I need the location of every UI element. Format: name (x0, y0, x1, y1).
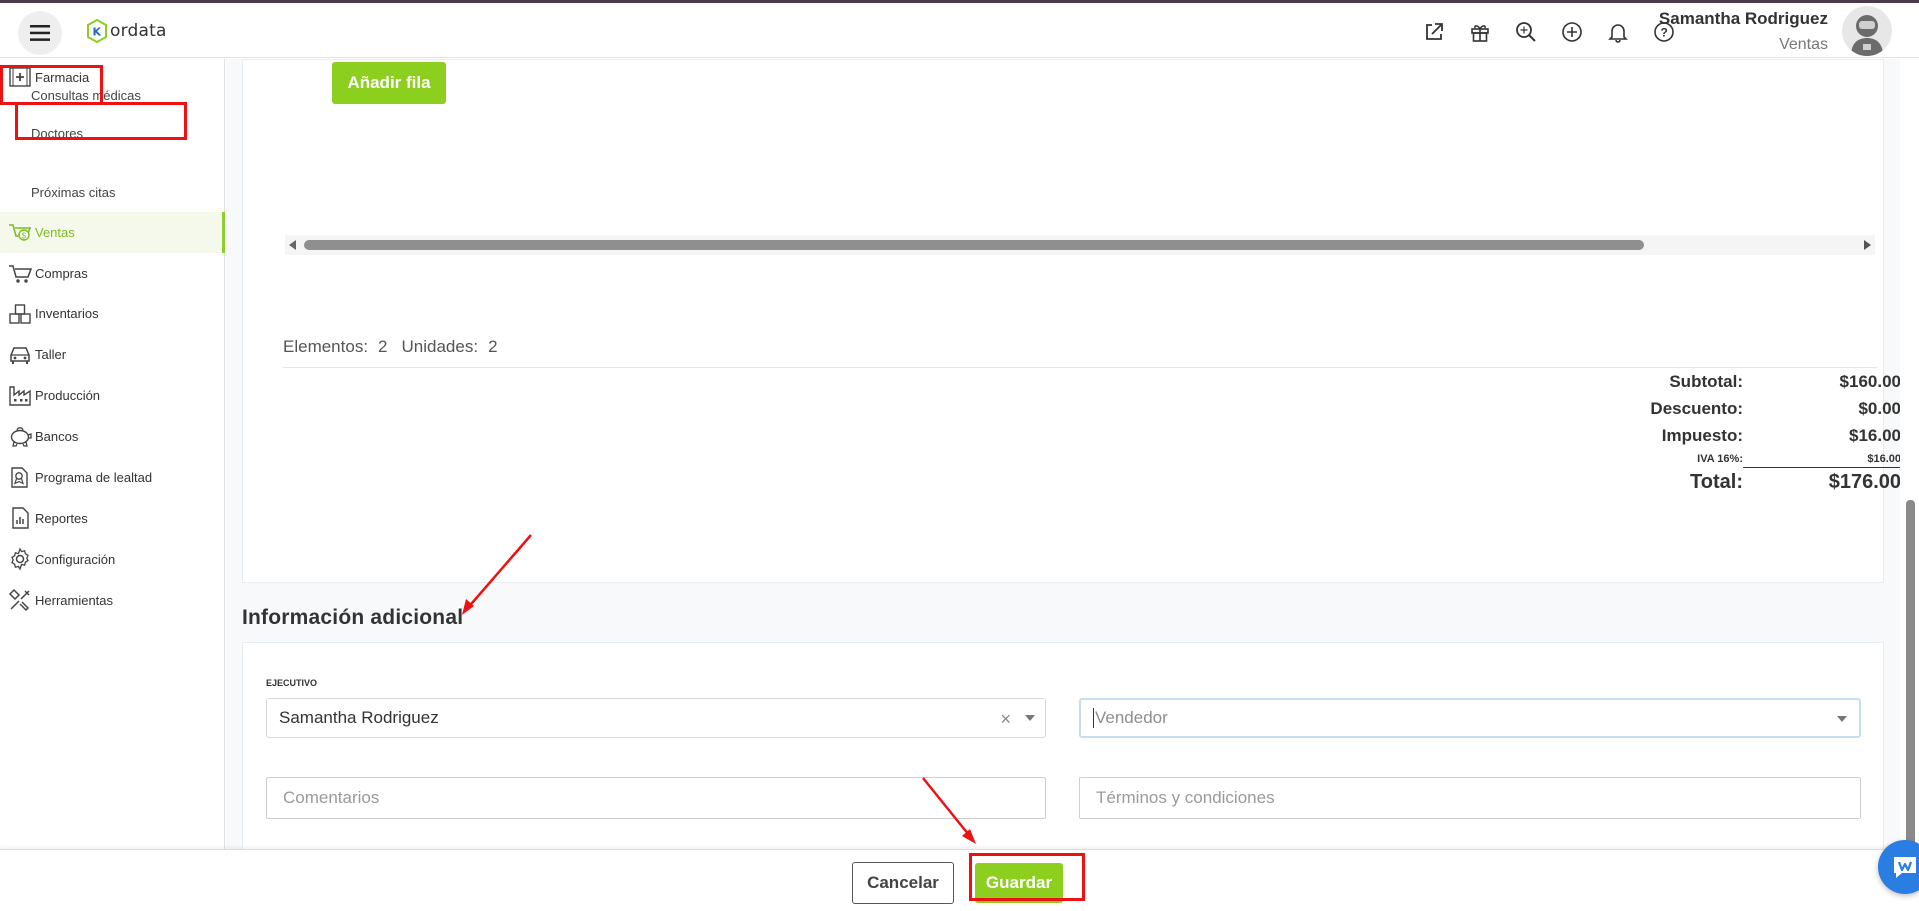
main-content: Añadir fila Elementos: 2 Unidades: 2 Subtot… (226, 59, 1900, 849)
annotation-box-guardar (969, 853, 1085, 901)
chat-icon (1894, 857, 1916, 878)
sidebar-item-label: Producción (35, 387, 101, 403)
sidebar-item-lealtad[interactable]: Programa de lealtad (0, 457, 225, 497)
car-icon (8, 342, 32, 366)
sidebar-item-label: Configuración (35, 551, 116, 567)
loyalty-icon (8, 465, 32, 489)
plus-circle-icon[interactable] (1556, 19, 1588, 45)
annotation-box-consultas (15, 102, 187, 140)
subtotal-value: $160.00 (1839, 372, 1900, 391)
sidebar-item-bancos[interactable]: Bancos (0, 416, 225, 456)
gift-icon[interactable] (1464, 19, 1496, 45)
report-icon (8, 506, 32, 530)
header-icons: ? (1418, 19, 1694, 45)
external-link-icon[interactable] (1418, 19, 1450, 45)
factory-icon (8, 383, 32, 407)
sidebar-item-label: Bancos (35, 428, 79, 444)
svg-text:$: $ (22, 231, 27, 240)
executive-value: Samantha Rodriguez (279, 708, 439, 727)
discount-label: Descuento: (1650, 399, 1743, 418)
item-counts: Elementos: 2 Unidades: 2 (283, 337, 512, 357)
tax-value: $16.00 (1849, 426, 1900, 445)
logo-text: ordata (110, 21, 167, 41)
comments-placeholder: Comentarios (283, 788, 380, 807)
iva-label: IVA 16%: (1697, 453, 1743, 465)
sidebar-item-label: Ventas (35, 225, 75, 240)
menu-icon (30, 25, 50, 41)
terms-placeholder: Términos y condiciones (1096, 788, 1275, 807)
terms-field[interactable]: Términos y condiciones (1079, 777, 1861, 819)
scrollbar-thumb[interactable] (304, 240, 1644, 250)
bell-icon[interactable] (1602, 19, 1634, 45)
discount-value: $0.00 (1858, 399, 1900, 418)
vertical-scrollbar[interactable] (1906, 500, 1915, 846)
sidebar-item-label: Inventarios (35, 306, 99, 321)
total-label: Total: (1690, 471, 1743, 493)
search-icon[interactable] (1510, 19, 1542, 45)
sidebar: Farmacia Consultas médicas Doctores Próx… (0, 59, 225, 849)
units-label: Unidades: (401, 337, 479, 356)
logo-mark-icon: K (87, 19, 107, 43)
seller-placeholder: Vendedor (1093, 708, 1168, 728)
executive-label: EJECUTIVO (266, 678, 318, 688)
divider (283, 367, 1877, 368)
sidebar-item-proximas-citas[interactable]: Próximas citas (31, 185, 116, 200)
sidebar-item-herramientas[interactable]: Herramientas (0, 580, 225, 620)
total-value: $176.00 (1828, 471, 1900, 493)
sidebar-item-label: Programa de lealtad (35, 469, 153, 485)
seller-select[interactable]: Vendedor (1079, 698, 1861, 738)
sidebar-item-label: Reportes (35, 510, 88, 526)
sidebar-item-compras[interactable]: Compras (0, 254, 225, 293)
sidebar-item-label: Herramientas (35, 592, 114, 608)
piggy-bank-icon (8, 424, 32, 448)
add-row-button[interactable]: Añadir fila (332, 62, 446, 104)
user-role: Ventas (1779, 36, 1828, 53)
items-card: Añadir fila Elementos: 2 Unidades: 2 Subtot… (242, 59, 1900, 583)
comments-field[interactable]: Comentarios (266, 777, 1046, 819)
elements-value: 2 (378, 337, 388, 356)
sidebar-item-configuracion[interactable]: Configuración (0, 539, 225, 579)
avatar[interactable] (1842, 6, 1892, 56)
scroll-left-icon[interactable] (288, 240, 298, 250)
executive-select[interactable]: Samantha Rodriguez × (266, 698, 1046, 738)
chevron-down-icon[interactable] (1837, 716, 1847, 722)
sidebar-item-produccion[interactable]: Producción (0, 375, 225, 415)
sidebar-item-inventarios[interactable]: Inventarios (0, 294, 225, 333)
totals-panel: Subtotal: $160.00 Descuento: $0.00 Impuest… (1561, 372, 1900, 498)
sales-icon: $ (8, 221, 32, 245)
clear-icon[interactable]: × (1000, 709, 1011, 730)
user-name[interactable]: Samantha Rodriguez (1659, 9, 1828, 29)
top-header: K ordata ? Samantha Rodriguez Ventas (0, 3, 1919, 58)
elements-label: Elementos: (283, 337, 369, 356)
tools-icon (8, 588, 32, 612)
cancel-button[interactable]: Cancelar (852, 862, 954, 904)
additional-info-title: Información adicional (242, 606, 464, 629)
sidebar-item-label: Compras (35, 266, 88, 281)
sidebar-item-ventas[interactable]: $ Ventas (0, 212, 225, 253)
hamburger-menu-button[interactable] (18, 11, 62, 55)
chevron-down-icon[interactable] (1025, 715, 1035, 721)
sidebar-item-reportes[interactable]: Reportes (0, 498, 225, 538)
iva-value: $16.00 (1743, 453, 1900, 468)
app-logo[interactable]: K ordata (86, 19, 167, 43)
scroll-right-icon[interactable] (1862, 240, 1872, 250)
sidebar-item-label: Taller (35, 346, 67, 362)
annotation-box-farmacia (0, 65, 103, 105)
units-value: 2 (488, 337, 498, 356)
sidebar-item-taller[interactable]: Taller (0, 334, 225, 374)
horizontal-scrollbar[interactable] (285, 235, 1875, 255)
subtotal-label: Subtotal: (1669, 372, 1743, 391)
tax-label: Impuesto: (1661, 426, 1743, 445)
gear-icon (8, 547, 32, 571)
svg-text:K: K (93, 26, 102, 39)
boxes-icon (8, 302, 32, 326)
action-footer: Cancelar Guardar (0, 849, 1919, 911)
cart-icon (8, 262, 32, 286)
